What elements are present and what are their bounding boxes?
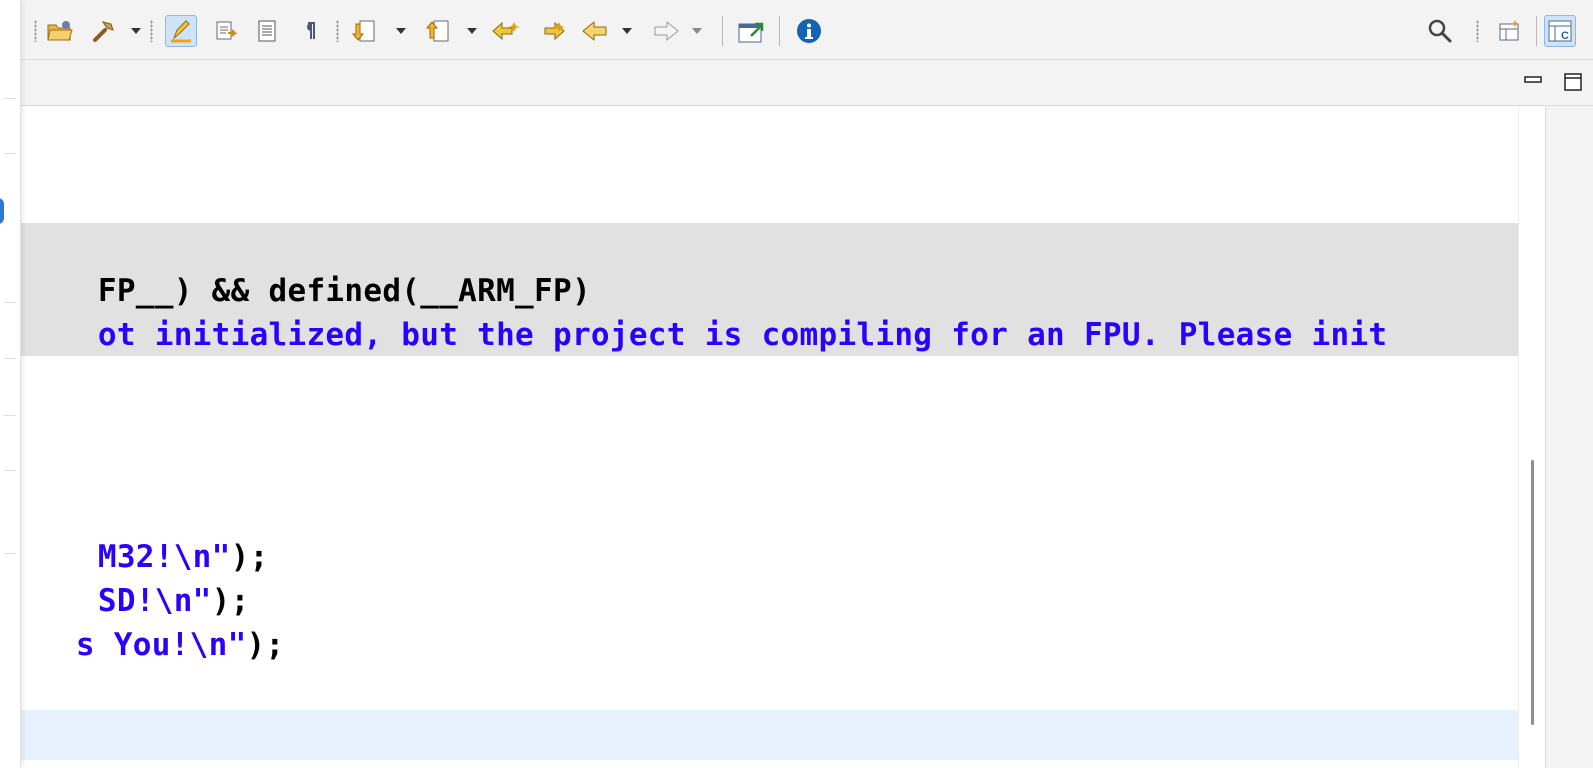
code-line-warning[interactable]: ot initialized, but the project is compi… — [22, 269, 1387, 353]
left-panel-edge[interactable] — [0, 0, 21, 768]
perspective-open-icon[interactable] — [1494, 15, 1526, 47]
svg-text:C: C — [1561, 30, 1569, 42]
vertical-scrollbar[interactable] — [1518, 106, 1545, 768]
forward-arrow-icon[interactable] — [650, 15, 682, 47]
maximize-icon[interactable] — [1560, 68, 1586, 96]
toolbar-separator — [779, 16, 780, 46]
previous-edit-dropdown[interactable] — [465, 15, 479, 47]
next-edit-icon[interactable] — [349, 15, 381, 47]
hammer-build-icon[interactable] — [88, 15, 120, 47]
back-dropdown[interactable] — [620, 15, 634, 47]
code-line-print-1[interactable]: M32!\n"); — [22, 491, 269, 575]
next-edit-dropdown[interactable] — [394, 15, 408, 47]
selection-marker — [0, 198, 4, 224]
panel-tick — [4, 98, 16, 99]
code-text: ); — [246, 627, 285, 663]
last-edit-forward-icon[interactable] — [535, 15, 567, 47]
scrollbar-thumb[interactable] — [1531, 460, 1534, 725]
highlight-pen-icon[interactable] — [165, 15, 197, 47]
last-edit-back-icon[interactable] — [490, 15, 522, 47]
previous-edit-icon[interactable] — [423, 15, 455, 47]
toolbar-grip[interactable] — [34, 20, 37, 42]
string-literal: s You!\n" — [75, 627, 247, 663]
code-line-ifdef[interactable]: FP__) && defined(__ARM_FP) — [22, 225, 591, 309]
main-toolbar: C — [0, 0, 1593, 60]
external-open-icon[interactable] — [735, 15, 767, 47]
code-line-print-3[interactable]: s You!\n"); — [0, 579, 284, 663]
panel-tick — [4, 553, 16, 554]
minimize-icon[interactable] — [1520, 66, 1546, 94]
open-folder-icon[interactable] — [44, 15, 76, 47]
panel-tick — [4, 302, 16, 303]
code-editor[interactable]: FP__) && defined(__ARM_FP) ot initialize… — [0, 106, 1545, 768]
pilcrow-icon[interactable] — [293, 15, 325, 47]
toolbar-grip[interactable] — [336, 20, 339, 42]
forward-dropdown[interactable] — [690, 15, 704, 47]
toolbar-separator — [1536, 16, 1537, 46]
toolbar-separator — [722, 16, 723, 46]
code-line-print-2[interactable]: SD!\n"); — [22, 535, 250, 619]
toolbar-grip[interactable] — [150, 20, 153, 42]
panel-tick — [4, 358, 16, 359]
back-arrow-icon[interactable] — [579, 15, 611, 47]
panel-tick — [4, 415, 16, 416]
next-annotation-icon[interactable] — [210, 15, 242, 47]
string-literal: ot initialized, but the project is compi… — [97, 317, 1388, 353]
panel-tick — [4, 470, 16, 471]
c-perspective-icon[interactable]: C — [1544, 15, 1576, 47]
block-select-icon[interactable] — [251, 15, 283, 47]
build-dropdown[interactable] — [129, 15, 143, 47]
editor-tab-bar — [0, 60, 1593, 106]
current-line-highlight — [0, 710, 1518, 760]
right-side-panel — [1545, 106, 1593, 768]
toolbar-grip[interactable] — [1476, 20, 1479, 42]
search-icon[interactable] — [1424, 15, 1456, 47]
panel-tick — [4, 153, 16, 154]
info-icon[interactable] — [793, 15, 825, 47]
